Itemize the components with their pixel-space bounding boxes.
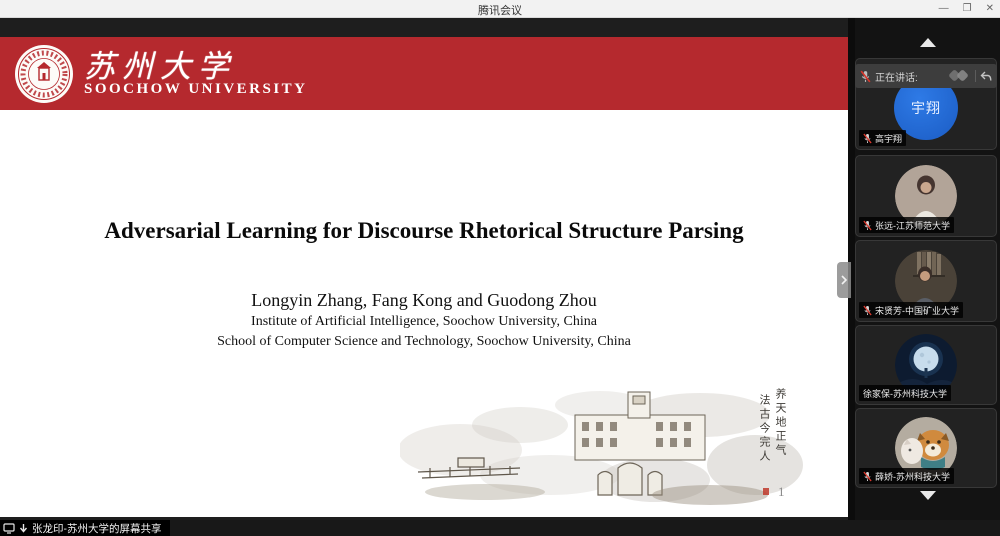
minimize-icon[interactable]: — xyxy=(939,0,949,18)
participant-name: 高宇翔 xyxy=(875,132,902,145)
scroll-up-button[interactable] xyxy=(855,38,1000,47)
participant-tile[interactable]: 薛娇-苏州科技大学 xyxy=(855,408,997,488)
slide-affiliation-2: School of Computer Science and Technolog… xyxy=(0,334,848,350)
motto-column-right: 养天地正气 xyxy=(772,388,788,458)
university-name-cn: 苏州大学 xyxy=(84,41,236,86)
avatar-initials: 宇翔 xyxy=(911,98,941,118)
triangle-down-icon xyxy=(920,491,936,500)
university-name-en: SOOCHOW UNIVERSITY xyxy=(84,81,308,98)
participant-nameplate: 高宇翔 xyxy=(859,130,906,146)
screen-share-icon xyxy=(3,523,15,534)
participant-nameplate: 薛娇-苏州科技大学 xyxy=(859,468,954,484)
participant-name: 薛娇-苏州科技大学 xyxy=(875,470,950,483)
mic-muted-icon xyxy=(863,305,872,316)
status-bar: 张龙印-苏州大学的屏幕共享 xyxy=(0,520,1000,536)
screen-share-indicator: 张龙印-苏州大学的屏幕共享 xyxy=(0,520,170,536)
sidebar-collapse-tab[interactable] xyxy=(837,262,851,298)
app-window: 腾讯会议 — ❐ ✕ xyxy=(0,0,1000,536)
slide-title: Adversarial Learning for Discourse Rheto… xyxy=(0,218,848,244)
participant-tile[interactable]: 徐家保-苏州科技大学 xyxy=(855,325,997,405)
campus-ink-painting xyxy=(400,380,812,510)
scroll-down-button[interactable] xyxy=(855,491,1000,500)
participant-nameplate: 张远-江苏师范大学 xyxy=(859,217,954,233)
shared-screen-view: 苏州大学 SOOCHOW UNIVERSITY Adversarial Lear… xyxy=(0,18,848,520)
artist-seal-mark xyxy=(763,488,769,495)
participant-name: 徐家保-苏州科技大学 xyxy=(863,387,947,400)
soochow-university-seal-logo xyxy=(14,44,74,104)
slide-banner: 苏州大学 SOOCHOW UNIVERSITY xyxy=(0,37,848,110)
participant-nameplate: 徐家保-苏州科技大学 xyxy=(859,385,951,401)
speaking-now-bar: 正在讲话: xyxy=(855,64,997,88)
participant-nameplate: 宋贤芳-中国矿业大学 xyxy=(859,302,963,318)
presentation-slide: Adversarial Learning for Discourse Rheto… xyxy=(0,110,848,517)
close-icon[interactable]: ✕ xyxy=(986,0,994,18)
window-titlebar: 腾讯会议 — ❐ ✕ xyxy=(0,0,1000,18)
participants-sidebar: 宇翔 高宇翔 正在讲话: xyxy=(855,18,1000,520)
participant-name: 张远-江苏师范大学 xyxy=(875,219,950,232)
window-title: 腾讯会议 xyxy=(0,2,1000,18)
divider xyxy=(975,70,976,82)
audio-down-icon xyxy=(19,523,28,534)
slide-affiliation-1: Institute of Artificial Intelligence, So… xyxy=(0,314,848,330)
mic-muted-icon xyxy=(860,70,871,83)
back-arrow-icon[interactable] xyxy=(980,71,992,82)
slide-page-number: 1 xyxy=(778,484,785,500)
mic-muted-icon xyxy=(863,471,872,482)
mic-muted-icon xyxy=(863,220,872,231)
share-status-text: 张龙印-苏州大学的屏幕共享 xyxy=(32,521,162,536)
meeting-logo-icon xyxy=(947,70,971,83)
speaking-now-label: 正在讲话: xyxy=(875,69,918,84)
restore-icon[interactable]: ❐ xyxy=(963,0,972,18)
triangle-up-icon xyxy=(920,38,936,47)
motto-column-left: 法古今完人 xyxy=(756,394,772,464)
meeting-main-area: 苏州大学 SOOCHOW UNIVERSITY Adversarial Lear… xyxy=(0,18,1000,520)
mic-muted-icon xyxy=(863,133,872,144)
participant-name: 宋贤芳-中国矿业大学 xyxy=(875,304,959,317)
slide-authors: Longyin Zhang, Fang Kong and Guodong Zho… xyxy=(0,290,848,311)
participant-tile[interactable]: 宋贤芳-中国矿业大学 xyxy=(855,240,997,322)
participant-tile[interactable]: 张远-江苏师范大学 xyxy=(855,155,997,237)
